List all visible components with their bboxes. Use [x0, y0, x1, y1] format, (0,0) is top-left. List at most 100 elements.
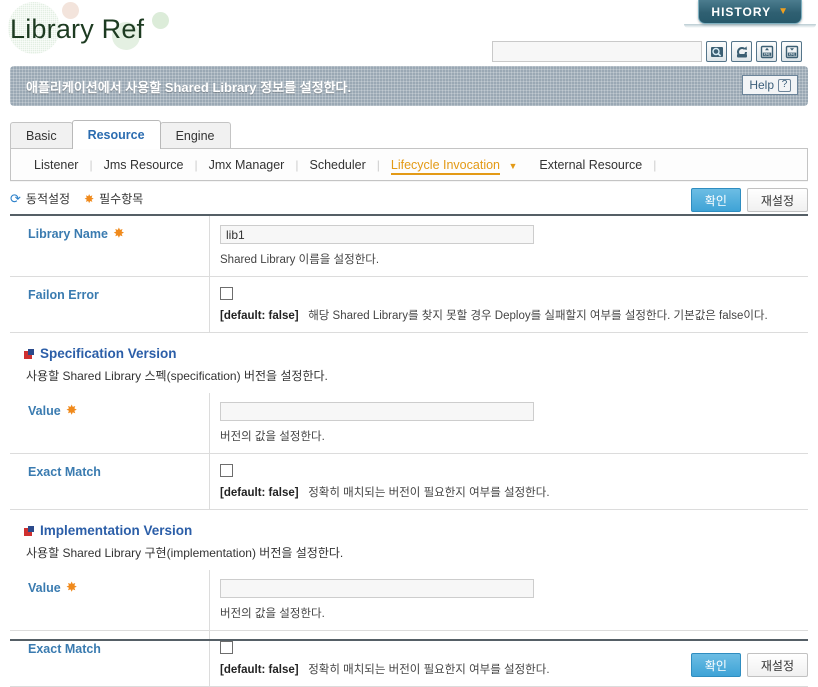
tab-resource[interactable]: Resource [71, 120, 161, 149]
subtab-listener[interactable]: Listener [23, 158, 89, 172]
field-label-library-name: Library Name ✸ [10, 216, 210, 276]
subtab-jmx-manager-label: Jmx Manager [208, 157, 285, 172]
refresh-icon: ⟳ [10, 191, 21, 206]
spec-version-value-input[interactable] [220, 402, 534, 421]
asterisk-icon: ✸ [113, 226, 124, 240]
library-ref-page: Library Ref HISTORY ▼ XML XML 애플리케이션에서 사… [0, 0, 818, 687]
section-header-implementation-version: Implementation Version [10, 510, 808, 541]
subtab-jmx-manager[interactable]: Jmx Manager [198, 158, 296, 172]
section-desc-implementation-version: 사용할 Shared Library 구현(implementation) 버전… [26, 546, 344, 560]
legend-bar: ⟳ 동적설정 ✸ 필수항목 [10, 190, 143, 207]
form-bottom-rule [10, 639, 808, 641]
description-banner: 애플리케이션에서 사용할 Shared Library 정보를 설정한다. He… [10, 66, 808, 106]
asterisk-icon: ✸ [66, 403, 77, 417]
tab-engine-label: Engine [175, 129, 215, 143]
decorative-circle-small [152, 12, 169, 29]
section-header-specification-version: Specification Version [10, 333, 808, 364]
search-icon[interactable] [706, 41, 727, 62]
main-tabs: Basic Resource Engine [10, 120, 231, 149]
search-input[interactable] [492, 41, 702, 62]
field-label-text: Value [28, 581, 61, 595]
subtab-external-resource-label: External Resource [539, 157, 643, 172]
subtab-separator: | [653, 157, 657, 172]
field-hint-text: 해당 Shared Library를 찾지 못할 경우 Deploy를 실패할지… [308, 310, 768, 322]
page-title: Library Ref [10, 14, 145, 44]
refresh-icon[interactable] [731, 41, 752, 62]
chevron-down-icon[interactable]: ▼ [508, 161, 517, 171]
banner-text: 애플리케이션에서 사용할 Shared Library 정보를 설정한다. [26, 79, 352, 95]
field-row-impl-value: Value ✸ 버전의 값을 설정한다. [10, 570, 808, 631]
asterisk-icon: ✸ [84, 191, 95, 206]
asterisk-icon: ✸ [66, 580, 77, 594]
field-hint-text: 정확히 매치되는 버전이 필요한지 여부를 설정한다. [308, 664, 550, 676]
impl-exact-match-checkbox[interactable] [220, 641, 233, 654]
field-label-impl-value: Value ✸ [10, 570, 210, 630]
subtab-listener-label: Listener [34, 157, 79, 172]
field-row-library-name: Library Name ✸ Shared Library 이름을 설정한다. [10, 216, 808, 277]
legend-required-label: 필수항목 [99, 192, 144, 206]
question-mark-icon: ? [778, 78, 791, 92]
field-value-failon-error: [default: false] 해당 Shared Library를 찾지 못… [210, 277, 808, 332]
reset-button-top[interactable]: 재설정 [746, 188, 808, 212]
section-desc-specification-version: 사용할 Shared Library 스펙(specification) 버전을… [26, 369, 328, 383]
chevron-down-icon: ▼ [778, 6, 789, 17]
subtab-jms-resource-label: Jms Resource [103, 157, 184, 172]
default-value-text: [default: false] [220, 310, 299, 322]
field-label-text: Value [28, 404, 61, 418]
field-value-spec-exact-match: [default: false] 정확히 매치되는 버전이 필요한지 여부를 설… [210, 454, 808, 509]
field-label-text: Failon Error [28, 288, 99, 302]
section-bullet-icon [24, 348, 34, 359]
impl-version-value-input[interactable] [220, 579, 534, 598]
spec-exact-match-checkbox[interactable] [220, 464, 233, 477]
field-row-spec-exact-match: Exact Match [default: false] 정확히 매치되는 버전… [10, 454, 808, 510]
history-button[interactable]: HISTORY ▼ [698, 0, 802, 24]
sub-tabs: Listener | Jms Resource | Jmx Manager | … [10, 148, 808, 181]
field-hint-spec-exact-match: [default: false] 정확히 매치되는 버전이 필요한지 여부를 설… [220, 484, 808, 500]
field-value-library-name: Shared Library 이름을 설정한다. [210, 216, 808, 276]
section-title-text: Implementation Version [40, 523, 193, 538]
tab-engine[interactable]: Engine [159, 122, 231, 149]
legend-dynamic-label: 동적설정 [25, 192, 71, 206]
legend-required: ✸ 필수항목 [84, 190, 143, 207]
field-hint-impl-value: 버전의 값을 설정한다. [220, 608, 325, 620]
subtab-jms-resource[interactable]: Jms Resource [93, 158, 195, 172]
section-title-text: Specification Version [40, 346, 177, 361]
xml-import-icon[interactable]: XML [756, 41, 777, 62]
history-button-label: HISTORY [711, 4, 772, 19]
failon-error-checkbox[interactable] [220, 287, 233, 300]
subtab-external-resource[interactable]: External Resource [528, 158, 653, 172]
settings-form: Library Name ✸ Shared Library 이름을 설정한다. … [10, 214, 808, 687]
help-button[interactable]: Help ? [742, 75, 798, 95]
field-row-spec-value: Value ✸ 버전의 값을 설정한다. [10, 393, 808, 454]
field-row-failon-error: Failon Error [default: false] 해당 Shared … [10, 277, 808, 333]
confirm-button-bottom[interactable]: 확인 [690, 653, 741, 677]
default-value-text: [default: false] [220, 487, 299, 499]
field-label-text: Exact Match [28, 642, 101, 656]
legend-dynamic-config: ⟳ 동적설정 [10, 190, 70, 207]
field-hint-text: 정확히 매치되는 버전이 필요한지 여부를 설정한다. [308, 487, 550, 499]
tab-basic[interactable]: Basic [10, 122, 73, 149]
field-hint-library-name: Shared Library 이름을 설정한다. [220, 254, 380, 266]
reset-button-bottom[interactable]: 재설정 [746, 653, 808, 677]
section-bullet-icon [24, 525, 34, 536]
field-label-failon-error: Failon Error [10, 277, 210, 332]
subtab-scheduler-label: Scheduler [309, 157, 366, 172]
top-button-row: 확인 재설정 [690, 188, 808, 212]
field-label-spec-exact-match: Exact Match [10, 454, 210, 509]
field-label-text: Library Name [28, 227, 108, 241]
history-button-wrapper: HISTORY ▼ [684, 0, 816, 28]
svg-text:XML: XML [763, 52, 770, 56]
xml-export-icon[interactable]: XML [781, 41, 802, 62]
subtab-lifecycle-invocation-label: Lifecycle Invocation [390, 157, 500, 175]
default-value-text: [default: false] [220, 664, 299, 676]
subtab-lifecycle-invocation[interactable]: Lifecycle Invocation ▼ [380, 157, 529, 175]
help-button-label: Help [749, 78, 774, 92]
field-value-spec-value: 버전의 값을 설정한다. [210, 393, 808, 453]
field-value-impl-value: 버전의 값을 설정한다. [210, 570, 808, 630]
library-name-input[interactable] [220, 225, 534, 244]
svg-text:XML: XML [788, 52, 795, 56]
field-hint-failon-error: [default: false] 해당 Shared Library를 찾지 못… [220, 307, 808, 323]
subtab-scheduler[interactable]: Scheduler [298, 158, 376, 172]
tab-resource-label: Resource [87, 128, 145, 142]
confirm-button-top[interactable]: 확인 [690, 188, 741, 212]
